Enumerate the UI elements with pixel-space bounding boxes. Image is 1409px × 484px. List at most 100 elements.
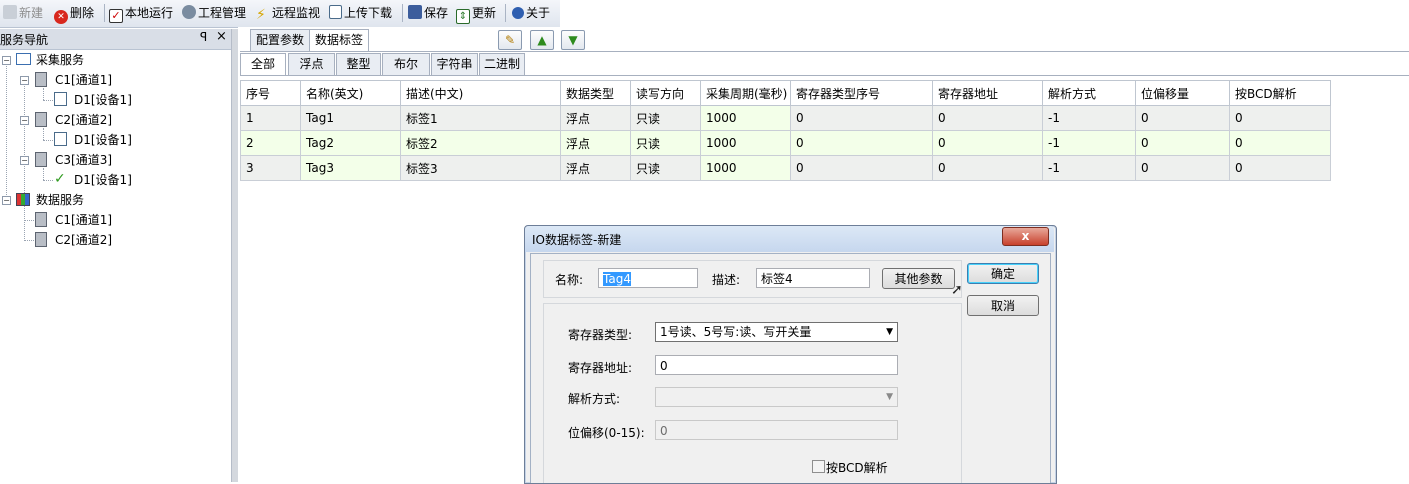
table-cell[interactable]: 0 [790, 155, 933, 181]
tree-line [43, 128, 44, 140]
table-cell[interactable]: 0 [1229, 105, 1331, 131]
dialog-close-button[interactable]: x [1002, 227, 1049, 246]
table-cell[interactable]: 只读 [630, 105, 701, 131]
tree-item-channel[interactable]: C1[通道1] [35, 211, 112, 229]
upload-download-button[interactable]: 上传下载 [329, 4, 392, 22]
description-input[interactable]: 标签4 [756, 268, 870, 288]
table-cell[interactable]: 0 [790, 130, 933, 156]
tree-item-channel[interactable]: C1[通道1] [35, 71, 112, 89]
cancel-button[interactable]: 取消 [967, 295, 1039, 316]
column-header[interactable]: 序号 [240, 80, 301, 106]
table-cell[interactable]: 2 [240, 130, 301, 156]
table-cell[interactable]: 1000 [700, 155, 791, 181]
delete-button-label: 删除 [70, 6, 95, 20]
table-cell[interactable]: 0 [932, 105, 1043, 131]
table-cell[interactable]: 0 [1135, 155, 1230, 181]
table-cell[interactable]: 0 [932, 155, 1043, 181]
tree-item-channel[interactable]: C3[通道3] [35, 151, 112, 169]
about-button[interactable]: 关于 [512, 4, 550, 22]
column-header[interactable]: 读写方向 [630, 80, 701, 106]
project-mgmt-button[interactable]: 工程管理 [182, 4, 246, 22]
subtab-string[interactable]: 字符串 [431, 53, 478, 76]
table-cell[interactable]: Tag2 [300, 130, 401, 156]
table-cell[interactable]: 3 [240, 155, 301, 181]
table-row[interactable]: 3 Tag3 标签3 浮点 只读 1000 0 0 -1 0 0 [240, 155, 1331, 181]
table-cell[interactable]: 0 [1135, 130, 1230, 156]
table-cell[interactable]: 0 [1229, 130, 1331, 156]
subtab-all[interactable]: 全部 [240, 53, 286, 76]
tree-item-data-service[interactable]: 数据服务 [16, 191, 84, 209]
column-header[interactable]: 名称(英文) [300, 80, 401, 106]
move-down-button[interactable]: ▼ [561, 30, 585, 50]
column-header[interactable]: 数据类型 [560, 80, 631, 106]
save-button[interactable]: 保存 [408, 4, 448, 22]
table-cell[interactable]: 标签1 [400, 105, 561, 131]
table-row[interactable]: 1 Tag1 标签1 浮点 只读 1000 0 0 -1 0 0 [240, 105, 1331, 131]
column-header[interactable]: 描述(中文) [400, 80, 561, 106]
pin-icon[interactable]: ꟼ [200, 30, 207, 44]
tree-line [43, 100, 53, 101]
register-address-input[interactable]: 0 [655, 355, 898, 375]
tree-line [43, 180, 53, 181]
column-header[interactable]: 位偏移量 [1135, 80, 1230, 106]
move-up-button[interactable]: ▲ [530, 30, 554, 50]
subtab-bool[interactable]: 布尔 [382, 53, 430, 76]
table-cell[interactable]: 1 [240, 105, 301, 131]
table-cell[interactable]: 0 [1135, 105, 1230, 131]
table-cell[interactable]: -1 [1042, 155, 1136, 181]
new-button[interactable]: 新建 [3, 4, 43, 22]
parse-mode-label: 解析方式: [568, 392, 621, 406]
table-cell[interactable]: 0 [1229, 155, 1331, 181]
tree-item-device[interactable]: D1[设备1] [54, 131, 132, 149]
subtab-float[interactable]: 浮点 [288, 53, 335, 76]
tree-collapse-toggle[interactable]: − [20, 116, 29, 125]
tree-item-channel[interactable]: C2[通道2] [35, 111, 112, 129]
table-cell[interactable]: Tag1 [300, 105, 401, 131]
subtab-binary[interactable]: 二进制 [479, 53, 525, 76]
column-header[interactable]: 解析方式 [1042, 80, 1136, 106]
column-header[interactable]: 采集周期(毫秒) [700, 80, 791, 106]
tree-collapse-toggle[interactable]: − [20, 76, 29, 85]
tree-collapse-toggle[interactable]: − [2, 196, 11, 205]
tree-collapse-toggle[interactable]: − [20, 156, 29, 165]
remote-monitor-button[interactable]: ⚡ 远程监视 [256, 4, 320, 22]
ok-button[interactable]: 确定 [967, 263, 1039, 284]
table-cell[interactable]: 1000 [700, 130, 791, 156]
edit-button[interactable]: ✎ [498, 30, 522, 50]
parse-mode-select[interactable]: ▼ [655, 387, 898, 407]
tab-config[interactable]: 配置参数 [250, 29, 311, 51]
table-cell[interactable]: -1 [1042, 105, 1136, 131]
table-cell[interactable]: 0 [932, 130, 1043, 156]
table-cell[interactable]: 标签2 [400, 130, 561, 156]
run-local-button[interactable]: ✓ 本地运行 [109, 4, 173, 23]
table-cell[interactable]: 只读 [630, 130, 701, 156]
table-cell[interactable]: 0 [790, 105, 933, 131]
table-cell[interactable]: 浮点 [560, 130, 631, 156]
tab-data-tags[interactable]: 数据标签 [309, 29, 370, 51]
tree-item-collect-service[interactable]: 采集服务 [16, 51, 84, 69]
table-cell[interactable]: Tag3 [300, 155, 401, 181]
tree-item-channel[interactable]: C2[通道2] [35, 231, 112, 249]
bit-offset-input[interactable]: 0 [655, 420, 898, 440]
table-cell[interactable]: -1 [1042, 130, 1136, 156]
column-header[interactable]: 寄存器地址 [932, 80, 1043, 106]
other-params-button[interactable]: 其他参数 [882, 268, 955, 289]
table-cell[interactable]: 1000 [700, 105, 791, 131]
table-cell[interactable]: 浮点 [560, 105, 631, 131]
bcd-checkbox[interactable] [812, 460, 825, 473]
tree-collapse-toggle[interactable]: − [2, 56, 11, 65]
table-row[interactable]: 2 Tag2 标签2 浮点 只读 1000 0 0 -1 0 0 [240, 130, 1331, 156]
column-header[interactable]: 按BCD解析 [1229, 80, 1331, 106]
tree-item-device[interactable]: D1[设备1] [54, 91, 132, 109]
nav-close-icon[interactable]: × [216, 29, 227, 44]
table-cell[interactable]: 只读 [630, 155, 701, 181]
subtab-integer[interactable]: 整型 [336, 53, 381, 76]
column-header[interactable]: 寄存器类型序号 [790, 80, 933, 106]
tree-item-device[interactable]: ✓ D1[设备1] [54, 171, 132, 189]
table-cell[interactable]: 标签3 [400, 155, 561, 181]
delete-button[interactable]: ✕ 删除 [54, 4, 95, 24]
table-cell[interactable]: 浮点 [560, 155, 631, 181]
register-type-select[interactable]: 1号读、5号写:读、写开关量 ▼ [655, 322, 898, 342]
update-button[interactable]: ⇕ 更新 [456, 4, 496, 24]
name-input[interactable]: Tag4 [598, 268, 698, 288]
